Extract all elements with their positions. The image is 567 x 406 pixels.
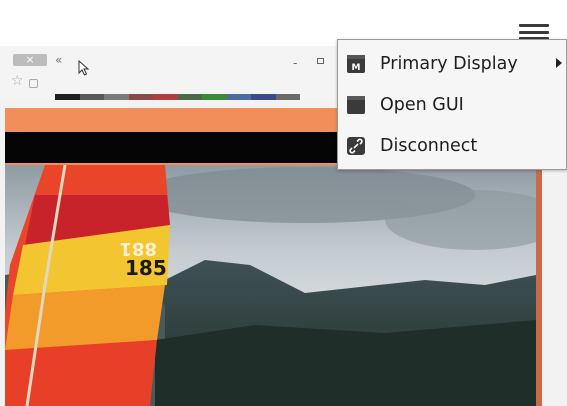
menu-item-primary-display[interactable]: M Primary Display [338, 46, 566, 82]
submenu-arrow-icon [556, 58, 562, 68]
menu-line [519, 24, 549, 27]
color-swatch [128, 94, 153, 100]
window-icon [345, 94, 367, 116]
mouse-cursor-icon [78, 60, 90, 76]
star-icon[interactable]: ☆ [11, 74, 24, 88]
menu-item-label: Open GUI [380, 95, 464, 115]
menu-item-disconnect[interactable]: Disconnect [338, 128, 566, 164]
menu-item-label: Primary Display [380, 54, 518, 74]
color-swatch [55, 94, 80, 100]
sail-number-bottom: 185 [125, 256, 167, 280]
square-button-icon[interactable] [29, 79, 38, 88]
minimize-button[interactable]: - [293, 57, 297, 69]
stream-frame-edge [536, 165, 542, 406]
tab-close-button[interactable]: × [13, 54, 47, 66]
color-swatch [202, 94, 227, 100]
maximize-button[interactable] [317, 58, 324, 64]
color-swatch [79, 94, 104, 100]
broken-link-icon [345, 135, 367, 157]
color-swatch [104, 94, 129, 100]
color-swatch [226, 94, 251, 100]
color-swatch [251, 94, 276, 100]
menu-item-label: Disconnect [380, 136, 478, 156]
tab-scroll-icon[interactable]: « [55, 54, 62, 66]
display-m-icon: M [345, 53, 367, 75]
video-frame-image: 881 185 [5, 165, 536, 406]
color-swatch [153, 94, 178, 100]
color-swatch [275, 94, 300, 100]
menu-item-open-gui[interactable]: Open GUI [338, 87, 566, 123]
color-swatch-strip [55, 94, 300, 100]
menu-line [519, 30, 549, 34]
tray-context-menu: M Primary Display Open GUI Disconnect [337, 39, 567, 170]
svg-text:M: M [352, 63, 361, 73]
color-swatch [177, 94, 202, 100]
